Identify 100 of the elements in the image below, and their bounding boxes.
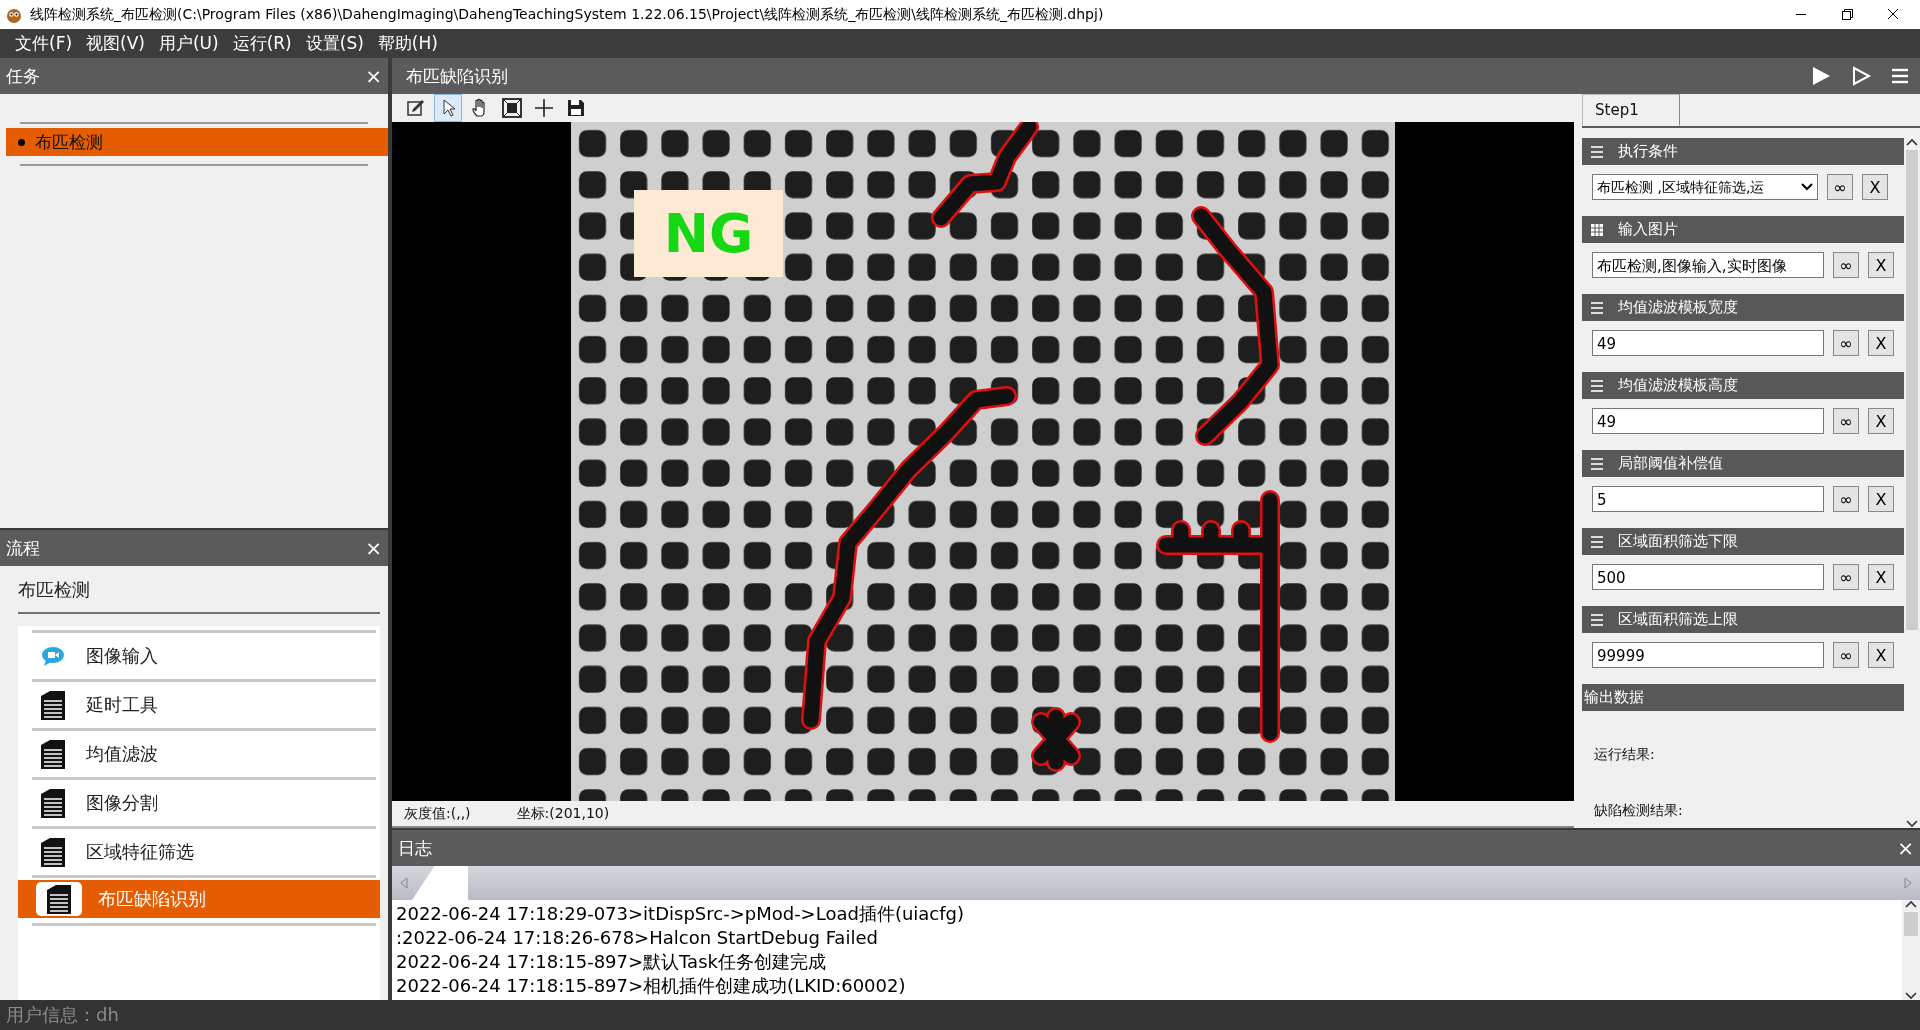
result-label: NG: [634, 190, 783, 278]
menu-item[interactable]: 设置(S): [298, 32, 371, 55]
parameter-title: 局部阈值补偿值: [1618, 454, 1723, 473]
menu-item[interactable]: 文件(F): [8, 32, 80, 55]
clear-button[interactable]: X: [1868, 642, 1894, 668]
step-label: 延时工具: [86, 693, 158, 717]
scrollbar-thumb[interactable]: [1904, 912, 1918, 936]
chat-bubble-icon: [40, 645, 66, 667]
step-label: 布匹缺陷识别: [98, 887, 206, 911]
chevron-up-icon: [1906, 138, 1918, 146]
panel-title: 布匹缺陷识别: [406, 64, 508, 88]
clear-button[interactable]: X: [1868, 486, 1894, 512]
flow-step[interactable]: 图像分割: [18, 780, 380, 826]
play-outline-icon[interactable]: [1850, 65, 1872, 87]
list-icon: [1590, 144, 1604, 159]
defect-outline: [1031, 707, 1081, 773]
parameter-title: 区域面积筛选下限: [1618, 532, 1738, 551]
step-label: 均值滤波: [86, 742, 158, 766]
panel-title: 任务: [6, 64, 40, 88]
flow-step[interactable]: 均值滤波: [18, 731, 380, 777]
document-icon: [40, 690, 66, 720]
parameter-title: 输入图片: [1618, 220, 1678, 239]
close-button[interactable]: ×: [365, 66, 382, 86]
chevron-down-icon: [1801, 182, 1813, 192]
chevron-down-icon: [1906, 820, 1918, 828]
parameter-input[interactable]: 49: [1592, 408, 1824, 434]
menu-item[interactable]: 帮助(H): [370, 32, 445, 55]
flow-step[interactable]: 图像输入: [18, 633, 380, 679]
bullet-icon: [18, 138, 25, 146]
dropdown-field[interactable]: 布匹检测 ,区域特征筛选,运: [1592, 174, 1818, 200]
parameter-input[interactable]: 5: [1592, 486, 1824, 512]
list-icon: [1590, 300, 1604, 315]
list-icon: [1590, 456, 1604, 471]
log-line: 2022-06-24 17:18:15-897>默认Task任务创建完成: [396, 950, 827, 974]
grid-icon: [1590, 222, 1604, 237]
window-title: 线阵检测系统_布匹检测(C:\Program Files (x86)\DahengImaging\DahengTeachingSystem 1.22.06.15\Project\线阵检测系统_布匹检测\线阵检测系统_布匹检测.dhpj): [30, 5, 1105, 24]
document-icon: [40, 739, 66, 769]
scrollbar[interactable]: [1904, 138, 1920, 828]
panel-title: 日志: [398, 836, 432, 860]
link-button[interactable]: ∞: [1833, 564, 1859, 590]
play-icon[interactable]: [1810, 65, 1832, 87]
parameter-input[interactable]: 49: [1592, 330, 1824, 356]
parameter-title: 均值滤波模板高度: [1618, 376, 1738, 395]
step-label: 区域特征筛选: [86, 840, 194, 864]
list-icon: [1590, 612, 1604, 627]
clear-button[interactable]: X: [1868, 252, 1894, 278]
clear-button[interactable]: X: [1868, 564, 1894, 590]
chevron-up-icon: [1905, 900, 1917, 908]
link-button[interactable]: ∞: [1833, 486, 1859, 512]
panel-title: 流程: [6, 536, 40, 560]
list-icon: [1590, 534, 1604, 549]
link-button[interactable]: ∞: [1827, 174, 1853, 200]
task-label: 布匹检测: [35, 130, 103, 154]
fit-screen-icon: [501, 97, 523, 120]
flow-step[interactable]: 延时工具: [18, 682, 380, 728]
link-button[interactable]: ∞: [1833, 408, 1859, 434]
log-line: 2022-06-24 17:18:29-073>itDispSrc->pMod->Load插件(uiacfg): [396, 902, 966, 926]
step-label: 图像输入: [86, 644, 158, 668]
menu-icon[interactable]: [1890, 66, 1910, 86]
output-label: 缺陷检测结果:: [1593, 801, 1684, 820]
scrollbar[interactable]: [1902, 900, 1920, 1000]
scrollbar-thumb[interactable]: [1906, 150, 1918, 630]
crosshair-icon: [533, 97, 555, 120]
clear-button[interactable]: X: [1868, 408, 1894, 434]
output-label: 运行结果:: [1593, 745, 1656, 764]
dropdown-value: 布匹检测 ,区域特征筛选,运: [1597, 178, 1765, 197]
parameter-input[interactable]: 99999: [1592, 642, 1824, 668]
output-title: 输出数据: [1584, 688, 1644, 707]
close-button[interactable]: ×: [1897, 838, 1914, 858]
close-button[interactable]: ×: [365, 538, 382, 558]
menu-item[interactable]: 用户(U): [151, 32, 226, 55]
parameter-title: 执行条件: [1618, 142, 1678, 161]
log-line: 2022-06-24 17:18:15-897>相机插件创建成功(LKID:60002): [396, 974, 907, 998]
step-label: 图像分割: [86, 791, 158, 815]
list-icon: [1590, 378, 1604, 393]
toolbar-button[interactable]: [434, 94, 462, 123]
step-tab[interactable]: Step1: [1582, 94, 1680, 126]
link-button[interactable]: ∞: [1833, 330, 1859, 356]
parameter-title: 均值滤波模板宽度: [1618, 298, 1738, 317]
flow-step[interactable]: 区域特征筛选: [18, 829, 380, 875]
link-button[interactable]: ∞: [1833, 252, 1859, 278]
owl-app-icon: [6, 6, 22, 23]
user-info: 用户信息：dh: [6, 1003, 119, 1027]
parameter-input[interactable]: 500: [1592, 564, 1824, 590]
coordinate-readout: 坐标:(201,10): [516, 804, 610, 823]
task-item[interactable]: 布匹检测: [6, 128, 388, 156]
parameter-title: 区域面积筛选上限: [1618, 610, 1738, 629]
document-icon: [46, 884, 72, 914]
menu-item[interactable]: 视图(V): [79, 32, 152, 55]
document-icon: [40, 837, 66, 867]
clear-button[interactable]: X: [1868, 330, 1894, 356]
intensity-readout: 灰度值:(,,): [404, 804, 471, 823]
project-name: 布匹检测: [18, 578, 380, 614]
clear-button[interactable]: X: [1862, 174, 1888, 200]
link-button[interactable]: ∞: [1833, 642, 1859, 668]
menu-item[interactable]: 运行(R): [225, 32, 299, 55]
parameter-input[interactable]: 布匹检测,图像输入,实时图像: [1592, 252, 1824, 278]
log-line: :2022-06-24 17:18:26-678>Halcon StartDebug Failed: [396, 926, 879, 950]
document-icon: [40, 788, 66, 818]
flow-step[interactable]: 布匹缺陷识别: [18, 880, 380, 918]
